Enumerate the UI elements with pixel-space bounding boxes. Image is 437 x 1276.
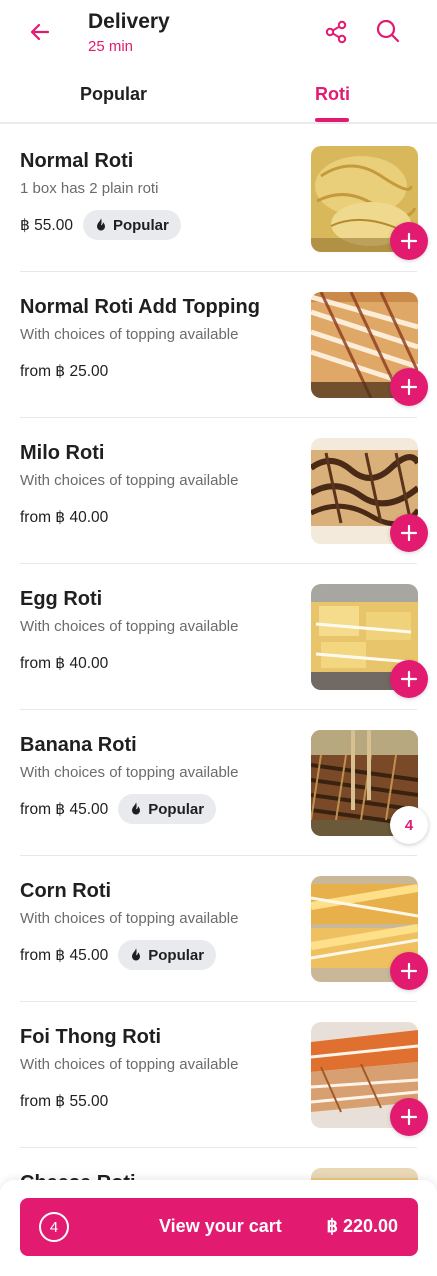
item-description: With choices of topping available: [20, 326, 239, 343]
search-icon: [376, 19, 400, 43]
item-description: With choices of topping available: [20, 618, 239, 635]
price-row: from ฿ 45.00 Popular: [20, 794, 217, 824]
add-to-cart-button[interactable]: [390, 368, 428, 406]
menu-item[interactable]: Egg Roti With choices of topping availab…: [20, 564, 428, 710]
menu-item[interactable]: Milo Roti With choices of topping availa…: [20, 418, 428, 564]
menu-item[interactable]: Banana Roti With choices of topping avai…: [20, 710, 428, 856]
item-price: from ฿ 40.00: [20, 508, 109, 526]
item-quantity-button[interactable]: 4: [390, 806, 428, 844]
item-name: Normal Roti Add Topping: [20, 296, 260, 318]
popular-badge: Popular: [82, 210, 181, 240]
plus-icon: [400, 232, 418, 250]
active-tab-indicator: [315, 118, 349, 122]
plus-icon: [400, 670, 418, 688]
badge-label: Popular: [148, 946, 205, 964]
item-price: from ฿ 40.00: [20, 654, 109, 672]
item-price: from ฿ 45.00: [20, 800, 109, 818]
category-tabs: Popular Roti: [0, 70, 437, 124]
item-description: 1 box has 2 plain roti: [20, 180, 159, 197]
add-to-cart-button[interactable]: [390, 1098, 428, 1136]
add-to-cart-button[interactable]: [390, 222, 428, 260]
item-description: With choices of topping available: [20, 910, 239, 927]
cart-bar: 4 View your cart ฿ 220.00: [0, 1180, 437, 1276]
add-to-cart-button[interactable]: [390, 660, 428, 698]
price-row: from ฿ 40.00: [20, 648, 108, 678]
search-button[interactable]: [374, 17, 402, 45]
item-name: Milo Roti: [20, 442, 105, 464]
flame-icon: [132, 802, 141, 815]
badge-label: Popular: [112, 216, 169, 234]
tab-popular[interactable]: Popular: [80, 84, 147, 105]
price-row: from ฿ 40.00: [20, 502, 108, 532]
delivery-time: 25 min: [88, 38, 134, 55]
price-row: from ฿ 25.00: [20, 356, 108, 386]
price-row: from ฿ 55.00: [20, 1086, 108, 1116]
share-icon: [325, 20, 347, 44]
plus-icon: [400, 962, 418, 980]
cart-label: View your cart: [159, 1216, 282, 1236]
menu-item-list: Normal Roti 1 box has 2 plain roti ฿ 55.…: [0, 126, 437, 1276]
item-name: Egg Roti: [20, 588, 103, 610]
header-title-group: Delivery 25 min: [88, 10, 170, 57]
item-description: With choices of topping available: [20, 1056, 239, 1073]
item-price: from ฿ 25.00: [20, 362, 109, 380]
popular-badge: Popular: [118, 940, 217, 970]
menu-item[interactable]: Corn Roti With choices of topping availa…: [20, 856, 428, 1002]
menu-item[interactable]: Normal Roti Add Topping With choices of …: [20, 272, 428, 418]
plus-icon: [400, 378, 418, 396]
plus-icon: [400, 1108, 418, 1126]
add-to-cart-button[interactable]: [390, 514, 428, 552]
item-price: from ฿ 55.00: [20, 1092, 109, 1110]
add-to-cart-button[interactable]: [390, 952, 428, 990]
item-price: ฿ 55.00: [20, 216, 73, 234]
item-name: Banana Roti: [20, 734, 137, 756]
item-price: from ฿ 45.00: [20, 946, 109, 964]
item-name: Foi Thong Roti: [20, 1026, 162, 1048]
tab-roti[interactable]: Roti: [315, 84, 350, 105]
app-header: Delivery 25 min: [0, 0, 437, 66]
menu-item[interactable]: Foi Thong Roti With choices of topping a…: [20, 1002, 428, 1148]
badge-label: Popular: [148, 800, 205, 818]
cart-count-badge: 4: [39, 1212, 69, 1242]
price-row: ฿ 55.00 Popular: [20, 210, 181, 240]
item-description: With choices of topping available: [20, 472, 239, 489]
popular-badge: Popular: [118, 794, 217, 824]
share-button[interactable]: [322, 18, 350, 46]
back-button[interactable]: [26, 18, 54, 46]
flame-icon: [132, 948, 141, 961]
item-name: Corn Roti: [20, 880, 112, 902]
plus-icon: [400, 524, 418, 542]
cart-total: ฿ 220.00: [326, 1216, 398, 1236]
menu-item[interactable]: Normal Roti 1 box has 2 plain roti ฿ 55.…: [20, 126, 428, 272]
arrow-left-icon: [30, 23, 50, 41]
page-title: Delivery: [88, 10, 170, 33]
price-row: from ฿ 45.00 Popular: [20, 940, 217, 970]
item-name: Normal Roti: [20, 150, 134, 172]
view-cart-button[interactable]: 4 View your cart ฿ 220.00: [20, 1198, 418, 1256]
flame-icon: [96, 218, 105, 231]
item-description: With choices of topping available: [20, 764, 239, 781]
